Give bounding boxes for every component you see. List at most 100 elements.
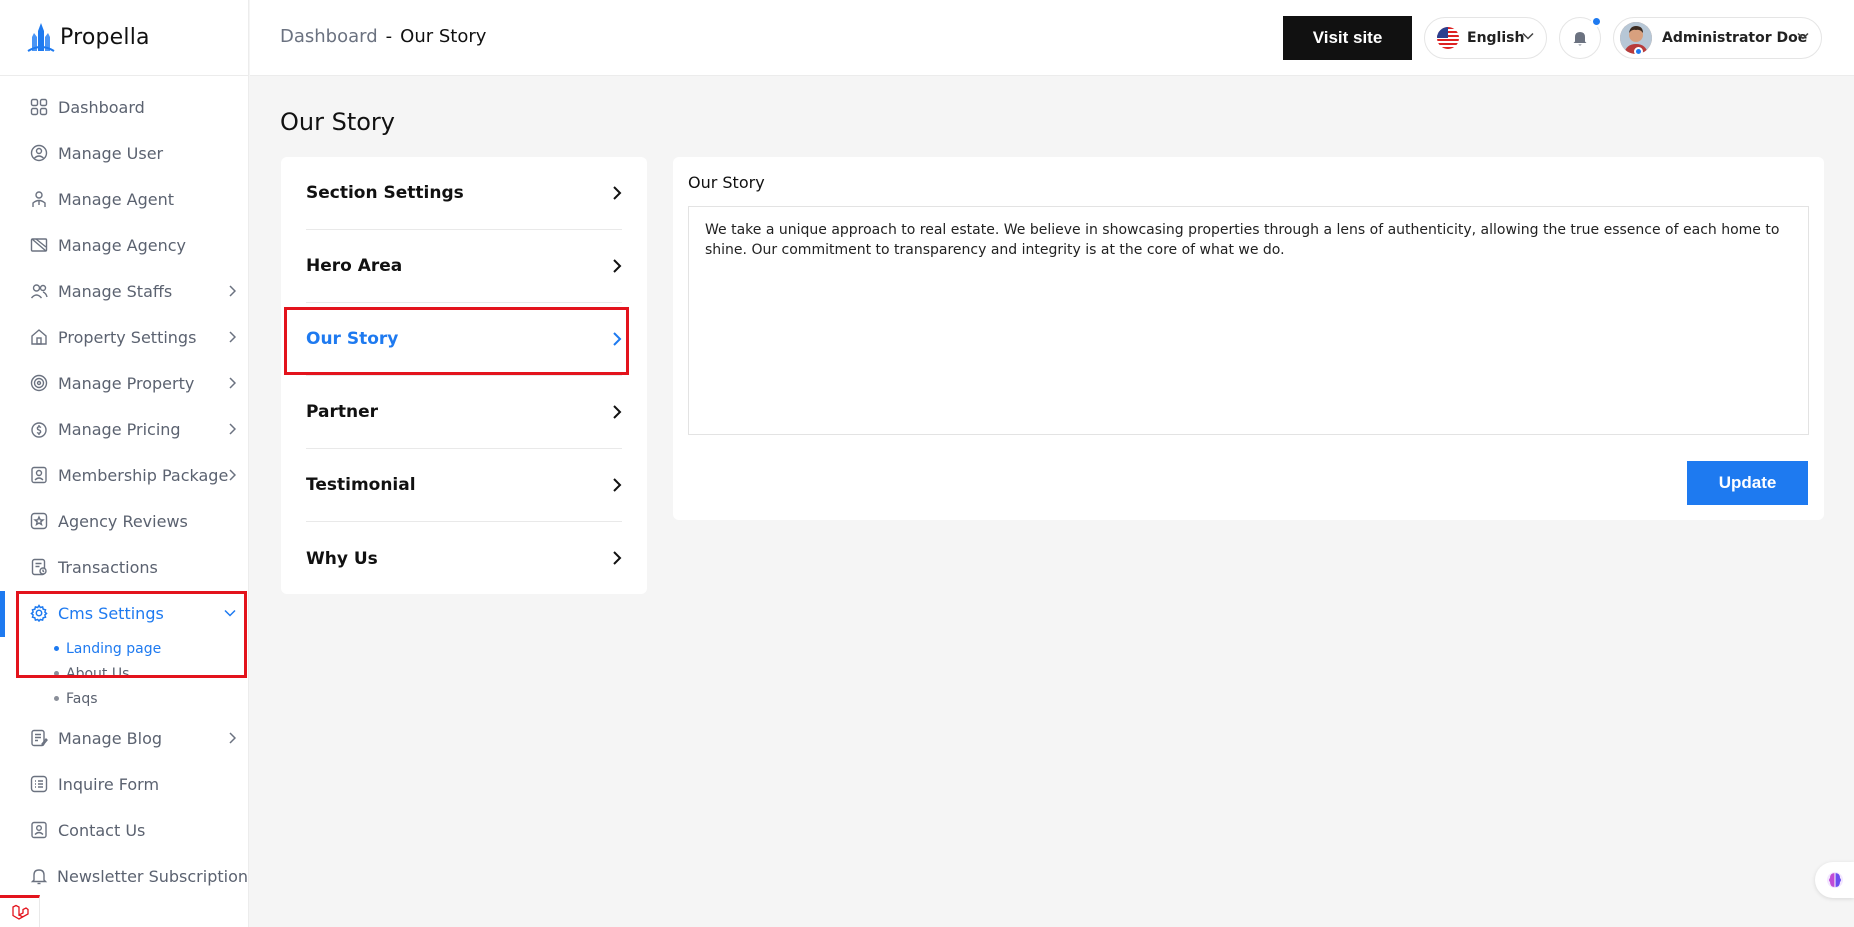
chevron-down-icon: [1522, 32, 1534, 40]
list-icon: [28, 773, 50, 795]
sidebar-nav: Dashboard Manage User Manage Agent Manag…: [0, 76, 248, 899]
sidebar-item-label: Manage User: [58, 143, 164, 163]
sidebar: Propella Dashboard Manage User Manage Ag…: [0, 0, 249, 927]
sidebar-item-label: Newsletter Subscription: [57, 866, 248, 886]
membership-icon: [28, 464, 50, 486]
chevron-right-icon: [229, 285, 236, 297]
sidebar-item-manage-agency[interactable]: Manage Agency: [0, 222, 248, 268]
notifications-button[interactable]: [1559, 16, 1602, 59]
breadcrumb-separator: -: [385, 26, 393, 47]
sidebar-item-newsletter-subscription[interactable]: Newsletter Subscription: [0, 853, 248, 899]
grid-icon: [28, 96, 50, 118]
sidebar-item-transactions[interactable]: Transactions: [0, 544, 248, 590]
our-story-textarea[interactable]: We take a unique approach to real estate…: [688, 206, 1809, 435]
our-story-editor: Our Story We take a unique approach to r…: [673, 157, 1824, 520]
chevron-right-icon: [613, 405, 622, 419]
highlight-box-cms: [16, 591, 247, 678]
menu-item-why-us[interactable]: Why Us: [306, 522, 622, 595]
sidebar-item-dashboard[interactable]: Dashboard: [0, 84, 248, 130]
avatar: [1620, 22, 1652, 56]
brand[interactable]: Propella: [0, 0, 248, 76]
sidebar-item-manage-staffs[interactable]: Manage Staffs: [0, 268, 248, 314]
users-icon: [28, 280, 50, 302]
menu-item-hero-area[interactable]: Hero Area: [306, 230, 622, 303]
chevron-right-icon: [613, 259, 622, 273]
sidebar-item-label: Dashboard: [58, 97, 145, 117]
our-story-field-label: Our Story: [688, 173, 765, 192]
section-menu: Section Settings Hero Area Our Story Par…: [281, 157, 647, 594]
active-indicator: [0, 591, 5, 637]
chevron-right-icon: [229, 732, 236, 744]
online-status-dot: [1634, 47, 1643, 56]
sidebar-item-label: Manage Staffs: [58, 281, 173, 301]
bell-icon: [1573, 32, 1587, 46]
sidebar-item-manage-blog[interactable]: Manage Blog: [0, 715, 248, 761]
menu-item-label: Partner: [306, 402, 379, 422]
sidebar-item-label: Membership Package: [58, 465, 229, 485]
chevron-right-icon: [229, 331, 236, 343]
contact-icon: [28, 819, 50, 841]
breadcrumb: Dashboard - Our Story: [280, 26, 486, 47]
sidebar-item-label: Transactions: [58, 557, 158, 577]
bell-icon: [28, 865, 49, 887]
chevron-right-icon: [229, 469, 236, 481]
propella-logo-icon: [27, 22, 55, 52]
menu-item-testimonial[interactable]: Testimonial: [306, 449, 622, 522]
star-icon: [28, 510, 50, 532]
us-flag-icon: [1437, 27, 1459, 49]
chevron-right-icon: [613, 551, 622, 565]
notification-badge: [1591, 16, 1602, 27]
sidebar-item-label: Agency Reviews: [58, 511, 188, 531]
sidebar-item-label: Manage Agent: [58, 189, 174, 209]
menu-item-partner[interactable]: Partner: [306, 376, 622, 449]
receipt-icon: [28, 556, 50, 578]
property-icon: [28, 372, 50, 394]
menu-item-section-settings[interactable]: Section Settings: [306, 157, 622, 230]
visit-site-button[interactable]: Visit site: [1283, 16, 1412, 60]
sidebar-item-contact-us[interactable]: Contact Us: [0, 807, 248, 853]
sidebar-item-label: Manage Agency: [58, 235, 186, 255]
user-circle-icon: [28, 142, 50, 164]
page-title: Our Story: [280, 108, 395, 136]
sidebar-item-manage-property[interactable]: Manage Property: [0, 360, 248, 406]
sidebar-item-label: Manage Blog: [58, 728, 163, 748]
bullet-dot: [54, 696, 59, 701]
language-selector[interactable]: English: [1424, 17, 1547, 59]
sidebar-item-label: Manage Property: [58, 373, 195, 393]
update-button[interactable]: Update: [1687, 461, 1808, 505]
laravel-debug-icon[interactable]: [0, 895, 40, 927]
sidebar-item-label: Manage Pricing: [58, 419, 181, 439]
top-header: Dashboard - Our Story Visit site English: [250, 0, 1854, 76]
chevron-right-icon: [229, 377, 236, 389]
sidebar-item-label: Inquire Form: [58, 774, 160, 794]
user-menu[interactable]: Administrator Doe: [1613, 17, 1822, 59]
language-label: English: [1467, 30, 1525, 46]
menu-item-label: Hero Area: [306, 256, 403, 276]
sidebar-item-membership-package[interactable]: Membership Package: [0, 452, 248, 498]
sidebar-item-manage-user[interactable]: Manage User: [0, 130, 248, 176]
chevron-right-icon: [613, 186, 622, 200]
sidebar-item-agency-reviews[interactable]: Agency Reviews: [0, 498, 248, 544]
menu-item-label: Section Settings: [306, 183, 464, 203]
blog-icon: [28, 727, 50, 749]
menu-item-label: Why Us: [306, 548, 378, 569]
user-name: Administrator Doe: [1662, 30, 1808, 46]
submenu-item-label: Faqs: [66, 690, 98, 707]
brand-name: Propella: [60, 25, 150, 50]
ai-assistant-icon[interactable]: [1815, 862, 1854, 898]
sidebar-item-property-settings[interactable]: Property Settings: [0, 314, 248, 360]
highlight-box-our-story: [284, 307, 629, 375]
sidebar-item-inquire-form[interactable]: Inquire Form: [0, 761, 248, 807]
chevron-right-icon: [613, 478, 622, 492]
chevron-down-icon: [1797, 32, 1809, 40]
sidebar-item-manage-agent[interactable]: Manage Agent: [0, 176, 248, 222]
pricing-icon: [28, 418, 50, 440]
chevron-right-icon: [229, 423, 236, 435]
breadcrumb-link-dashboard[interactable]: Dashboard: [280, 26, 378, 47]
submenu-item-faqs[interactable]: Faqs: [54, 686, 248, 711]
breadcrumb-current: Our Story: [400, 26, 487, 47]
menu-item-label: Testimonial: [306, 475, 416, 495]
agency-icon: [28, 234, 50, 256]
sidebar-item-manage-pricing[interactable]: Manage Pricing: [0, 406, 248, 452]
sidebar-item-label: Property Settings: [58, 327, 197, 347]
